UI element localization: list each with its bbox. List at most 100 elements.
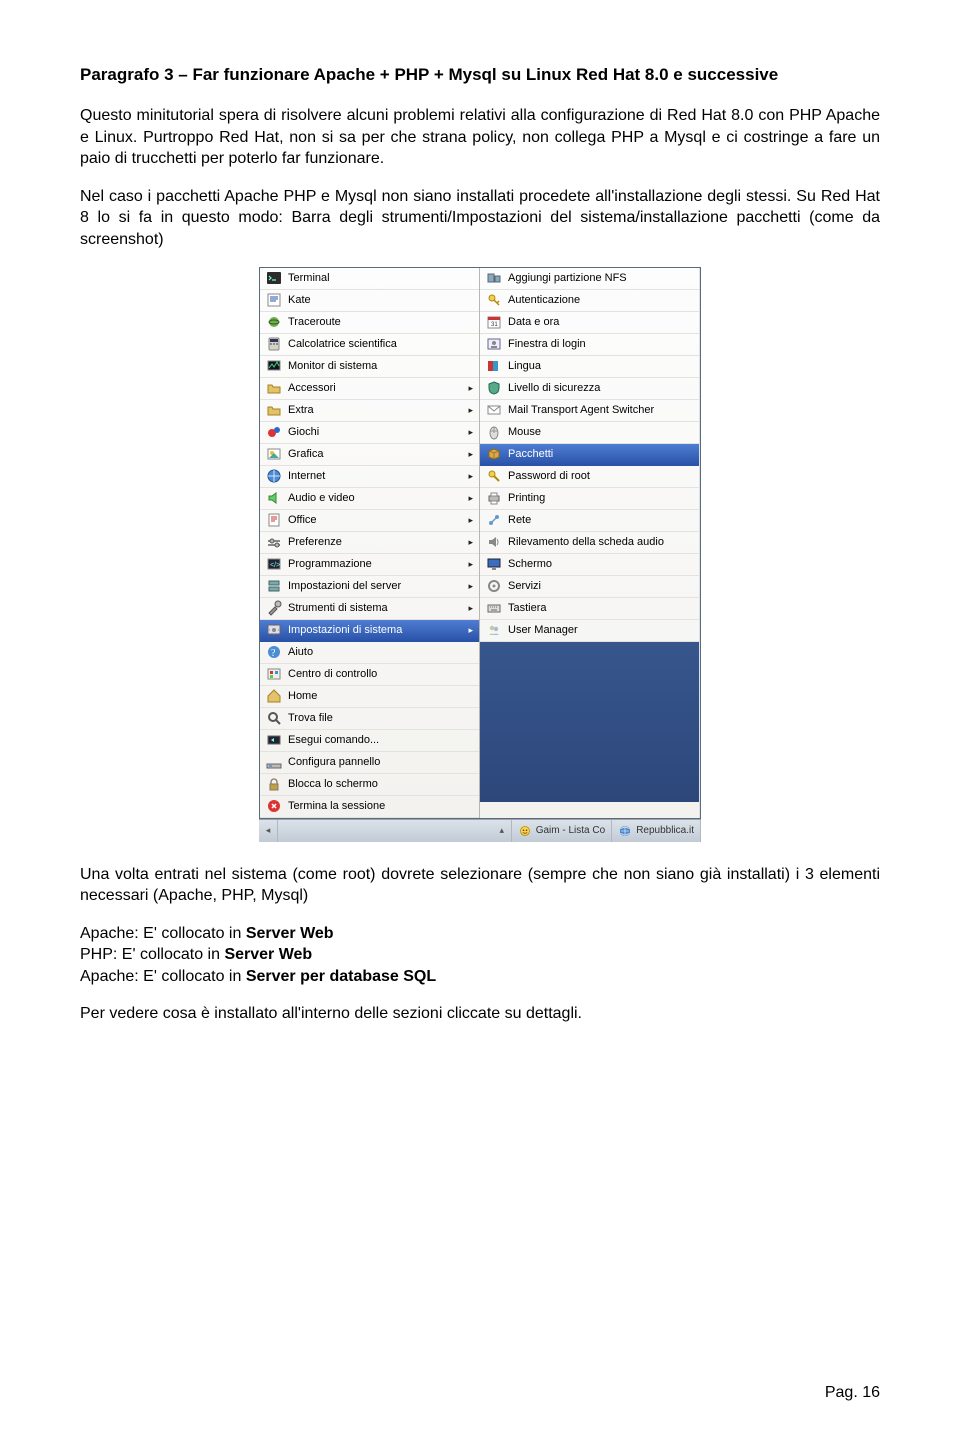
menu-item-label: Home <box>288 690 473 702</box>
logout-icon <box>266 798 282 814</box>
kde-menu-screenshot: Terminal Kate Traceroute Calcolatrice scien… <box>259 267 701 842</box>
submenu-item[interactable]: Tastiera <box>480 598 699 620</box>
submenu-item[interactable]: Livello di sicurezza <box>480 378 699 400</box>
menu-item[interactable]: Extra▸ <box>260 400 479 422</box>
find-icon <box>266 710 282 726</box>
auth-icon <box>486 292 502 308</box>
apache-sql-location-line: Apache: E' collocato in Server per datab… <box>80 966 880 988</box>
menu-item[interactable]: Home <box>260 686 479 708</box>
menu-item[interactable]: Terminal <box>260 268 479 290</box>
submenu-item[interactable]: Schermo <box>480 554 699 576</box>
menu-item[interactable]: Traceroute <box>260 312 479 334</box>
menu-item[interactable]: Strumenti di sistema▸ <box>260 598 479 620</box>
net-icon <box>486 512 502 528</box>
submenu-item[interactable]: Servizi <box>480 576 699 598</box>
av-icon <box>266 490 282 506</box>
submenu-item[interactable]: 31Data e ora <box>480 312 699 334</box>
submenu-item[interactable]: Pacchetti <box>480 444 699 466</box>
submenu-arrow-icon: ▸ <box>463 449 473 460</box>
menu-item[interactable]: Audio e video▸ <box>260 488 479 510</box>
panel-icon <box>266 754 282 770</box>
sysmon-icon <box>266 358 282 374</box>
menu-item[interactable]: Centro di controllo <box>260 664 479 686</box>
menu-item[interactable]: Office▸ <box>260 510 479 532</box>
menu-item-label: Extra <box>288 404 463 416</box>
menu-item[interactable]: Preferenze▸ <box>260 532 479 554</box>
submenu-item[interactable]: Rete <box>480 510 699 532</box>
screen-icon <box>486 556 502 572</box>
submenu-arrow-icon: ▸ <box>463 383 473 394</box>
submenu-item[interactable]: Rilevamento della scheda audio <box>480 532 699 554</box>
submenu-arrow-icon: ▸ <box>463 493 473 504</box>
submenu-item[interactable]: Lingua <box>480 356 699 378</box>
php-location-bold: Server Web <box>224 946 312 963</box>
submenu-item[interactable]: Aggiungi partizione NFS <box>480 268 699 290</box>
submenu-blue-fill <box>480 642 699 802</box>
games-icon <box>266 424 282 440</box>
menu-item-label: Impostazioni del server <box>288 580 463 592</box>
menu-item-label: Impostazioni di sistema <box>288 624 463 636</box>
submenu-arrow-icon: ▸ <box>463 427 473 438</box>
menu-item[interactable]: Configura pannello <box>260 752 479 774</box>
sysset-icon <box>266 622 282 638</box>
submenu-item[interactable]: Password di root <box>480 466 699 488</box>
control-icon <box>266 666 282 682</box>
menu-left-column: Terminal Kate Traceroute Calcolatrice scien… <box>260 268 480 818</box>
panel-handle-icon[interactable]: ◂ <box>259 820 278 842</box>
submenu-item-label: Servizi <box>508 580 693 592</box>
submenu-item-label: Schermo <box>508 558 693 570</box>
submenu-item[interactable]: Mouse <box>480 422 699 444</box>
prog-icon: </> <box>266 556 282 572</box>
menu-item[interactable]: Accessori▸ <box>260 378 479 400</box>
menu-item-label: Accessori <box>288 382 463 394</box>
menu-item[interactable]: Giochi▸ <box>260 422 479 444</box>
menu-item-label: Internet <box>288 470 463 482</box>
menu-item-label: Preferenze <box>288 536 463 548</box>
menu-item[interactable]: Impostazioni di sistema▸ <box>260 620 479 642</box>
menu-item[interactable]: Trova file <box>260 708 479 730</box>
users-icon <box>486 622 502 638</box>
taskbar-up-arrow-icon[interactable]: ▴ <box>493 820 512 842</box>
menu-item-label: Audio e video <box>288 492 463 504</box>
calc-icon <box>266 336 282 352</box>
taskbar-gaim[interactable]: Gaim - Lista Co <box>512 820 612 842</box>
taskbar-repubblica[interactable]: Repubblica.it <box>612 820 701 842</box>
taskbar-spacer <box>278 820 493 842</box>
office-icon <box>266 512 282 528</box>
menu-item-label: Terminal <box>288 272 473 284</box>
apache-location-line: Apache: E' collocato in Server Web <box>80 923 880 945</box>
svg-text:31: 31 <box>491 322 498 328</box>
menu-item[interactable]: Esegui comando... <box>260 730 479 752</box>
apache-sql-location-bold: Server per database SQL <box>246 968 436 985</box>
submenu-item[interactable]: Printing <box>480 488 699 510</box>
home-icon <box>266 688 282 704</box>
submenu-item[interactable]: Mail Transport Agent Switcher <box>480 400 699 422</box>
submenu-item[interactable]: Autenticazione <box>480 290 699 312</box>
traceroute-icon <box>266 314 282 330</box>
menu-item-label: Monitor di sistema <box>288 360 473 372</box>
menu-item[interactable]: Kate <box>260 290 479 312</box>
menu-item[interactable]: Monitor di sistema <box>260 356 479 378</box>
submenu-item-label: User Manager <box>508 624 693 636</box>
menu-item[interactable]: Grafica▸ <box>260 444 479 466</box>
menu-item-label: Trova file <box>288 712 473 724</box>
menu-item[interactable]: </>Programmazione▸ <box>260 554 479 576</box>
submenu-item[interactable]: User Manager <box>480 620 699 642</box>
submenu-item[interactable]: Finestra di login <box>480 334 699 356</box>
menu-item-label: Termina la sessione <box>288 800 473 812</box>
menu-item[interactable]: Calcolatrice scientifica <box>260 334 479 356</box>
svg-text:</>: </> <box>270 562 280 569</box>
apache-sql-prefix: Apache: E' collocato in <box>80 968 246 985</box>
submenu-arrow-icon: ▸ <box>463 405 473 416</box>
folder-icon <box>266 402 282 418</box>
menu-item-label: Traceroute <box>288 316 473 328</box>
menu-item[interactable]: Blocca lo schermo <box>260 774 479 796</box>
menu-item[interactable]: ?Aiuto <box>260 642 479 664</box>
menu-item[interactable]: Impostazioni del server▸ <box>260 576 479 598</box>
pkg-icon <box>486 446 502 462</box>
menu-item[interactable]: Internet▸ <box>260 466 479 488</box>
menu-item[interactable]: Termina la sessione <box>260 796 479 818</box>
menu-item-label: Esegui comando... <box>288 734 473 746</box>
submenu-arrow-icon: ▸ <box>463 625 473 636</box>
sec-icon <box>486 380 502 396</box>
